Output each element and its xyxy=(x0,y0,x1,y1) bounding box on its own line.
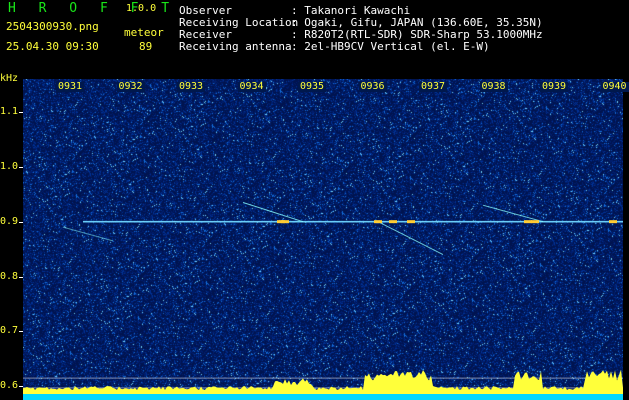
meteor-echo xyxy=(524,220,532,224)
file-name: 2504300930.png xyxy=(6,20,99,33)
y-axis-unit: kHz xyxy=(0,73,19,84)
receiver-label: Receiver xyxy=(179,28,232,41)
antenna-label: Receiving antenna xyxy=(179,40,292,53)
time-tick-label: 0940 xyxy=(600,81,629,92)
time-tick-label: 0939 xyxy=(540,81,569,92)
y-tick-label: 1.0 xyxy=(0,160,19,172)
signal-histogram xyxy=(23,369,623,394)
time-tick-label: 0935 xyxy=(298,81,327,92)
time-tick-label: 0933 xyxy=(177,81,206,92)
location-label: Receiving Location xyxy=(179,16,299,29)
file-datetime: 25.04.30 09:30 xyxy=(6,40,99,53)
meteor-echo xyxy=(609,220,617,224)
meteor-trace xyxy=(62,226,114,242)
observer-label: Observer xyxy=(179,4,232,17)
time-tick-label: 0938 xyxy=(479,81,508,92)
meteor-echo xyxy=(531,220,539,224)
receiver-value: : R820T2(RTL-SDR) SDR-Sharp 53.1000MHz xyxy=(291,28,543,41)
time-tick-label: 0934 xyxy=(237,81,266,92)
meteor-echo xyxy=(374,220,382,224)
antenna-value: : 2el-HB9CV Vertical (el. E-W) xyxy=(291,40,490,53)
time-tick-label: 0931 xyxy=(56,81,85,92)
y-tick-label: 0.7 xyxy=(0,325,19,337)
meteor-echo xyxy=(407,220,415,224)
meteor-echo xyxy=(281,220,289,224)
meteor-trace xyxy=(242,201,304,223)
observer-value: : Takanori Kawachi xyxy=(291,4,411,17)
y-tick-label: 0.6 xyxy=(0,380,19,392)
meteor-trace xyxy=(377,221,444,256)
time-tick-label: 0936 xyxy=(358,81,387,92)
y-tick-label: 0.9 xyxy=(0,215,19,227)
y-tick-label: 0.8 xyxy=(0,270,19,282)
time-tick-label: 0937 xyxy=(419,81,448,92)
spectrogram-overlay xyxy=(23,201,623,400)
location-value: : Ogaki, Gifu, JAPAN (136.60E, 35.35N) xyxy=(291,16,543,29)
meteor-trace xyxy=(482,204,544,223)
detection-label: meteor xyxy=(124,26,164,39)
time-tick-label: 0932 xyxy=(116,81,145,92)
spectrogram xyxy=(23,79,623,400)
meteor-echo xyxy=(389,220,397,224)
detection-count: 89 xyxy=(139,40,153,53)
signal-floor xyxy=(23,394,623,400)
y-tick-label: 1.1 xyxy=(0,105,19,117)
app-version: 1.0.0 xyxy=(126,3,157,14)
